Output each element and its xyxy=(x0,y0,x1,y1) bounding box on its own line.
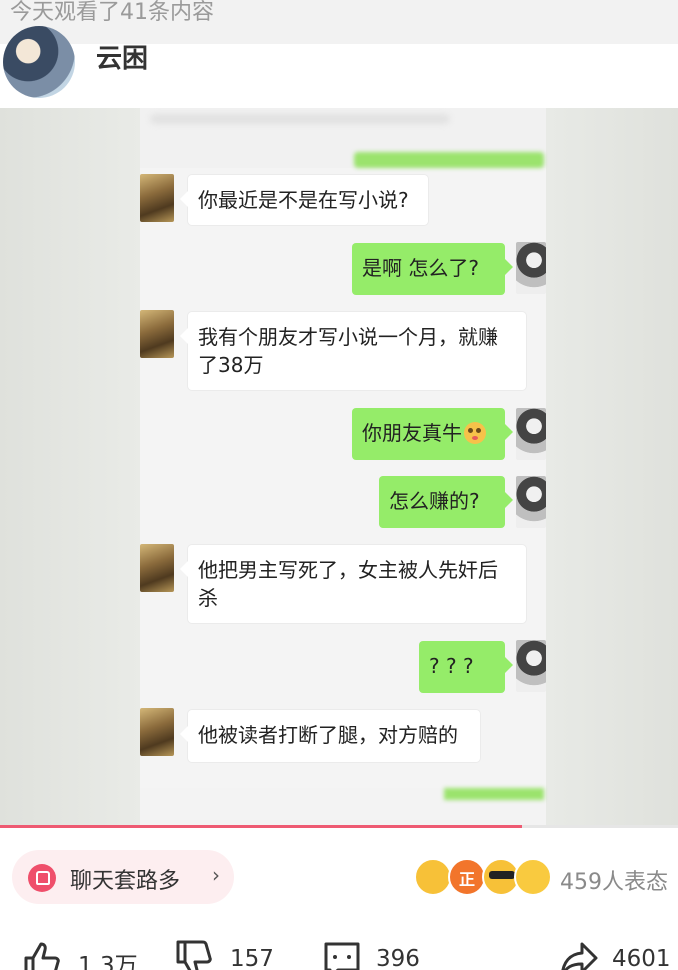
chat-blur-bottom xyxy=(140,788,546,828)
laughing-tears-icon xyxy=(414,858,452,896)
chat-bubble-outgoing: 你朋友真牛 xyxy=(352,408,513,460)
chat-message-text: 他被读者打断了腿，对方赔的 xyxy=(198,723,458,747)
chat-message-text: 你最近是不是在写小说? xyxy=(198,188,409,212)
share-arrow-icon xyxy=(561,942,598,970)
author-name[interactable]: 云困 xyxy=(96,38,148,75)
like-button[interactable]: 1.3万 xyxy=(22,940,152,970)
chat-bubble-outgoing: ? ? ? xyxy=(419,641,513,693)
share-button[interactable]: 4601 xyxy=(560,940,678,970)
topic-label: 聊天套路多 xyxy=(70,869,181,894)
chat-message-text: ? ? ? xyxy=(429,654,474,678)
reaction-count: 459人表态 xyxy=(560,870,668,895)
reaction-emojis[interactable]: 正 xyxy=(414,858,554,898)
video-blur-right xyxy=(546,108,678,828)
dislike-count: 157 xyxy=(230,946,274,970)
like-count: 1.3万 xyxy=(78,953,138,970)
chat-bubble-incoming: 你最近是不是在写小说? xyxy=(180,175,428,225)
chat-screenshot: 你最近是不是在写小说? 是啊 怎么了? 我有个朋友才写小说一个月，就赚 了38万… xyxy=(140,108,546,828)
friend-avatar xyxy=(140,174,174,222)
comment-count: 396 xyxy=(376,946,420,970)
chat-message-text: 杀 xyxy=(198,586,218,610)
video-player[interactable]: 你最近是不是在写小说? 是啊 怎么了? 我有个朋友才写小说一个月，就赚 了38万… xyxy=(0,108,678,828)
chat-bubble-incoming: 他把男主写死了，女主被人先奸后 杀 xyxy=(180,545,526,623)
video-progress-fill xyxy=(0,825,523,828)
chat-message-text: 他把男主写死了，女主被人先奸后 xyxy=(198,558,498,582)
chat-bubble-incoming: 我有个朋友才写小说一个月，就赚 了38万 xyxy=(180,312,526,390)
chat-message-text: 你朋友真牛 xyxy=(362,421,462,445)
my-avatar xyxy=(516,408,546,460)
comment-button[interactable]: 396 xyxy=(322,940,432,970)
my-avatar xyxy=(516,640,546,692)
video-progress-bar[interactable] xyxy=(0,825,678,828)
dislike-button[interactable]: 157 xyxy=(174,940,284,970)
thumbs-down-icon xyxy=(176,940,212,970)
chat-bubble-incoming: 他被读者打断了腿，对方赔的 xyxy=(180,710,480,762)
zheng-badge-icon: 正 xyxy=(448,858,486,896)
flushed-face-emoji-icon xyxy=(464,422,486,444)
chat-blur-top xyxy=(140,108,546,168)
chat-message-text: 我有个朋友才写小说一个月，就赚 xyxy=(198,325,498,349)
chevron-right-icon: › xyxy=(212,863,220,887)
my-avatar xyxy=(516,242,546,294)
history-text: 今天观看了41条内容 xyxy=(10,0,214,25)
grinning-face-icon xyxy=(514,858,552,896)
thumbs-up-icon xyxy=(24,942,60,970)
author-avatar[interactable] xyxy=(3,26,75,98)
video-blur-left xyxy=(0,108,140,828)
chat-bubble-outgoing: 怎么赚的? xyxy=(379,476,513,528)
my-avatar xyxy=(516,476,546,528)
friend-avatar xyxy=(140,310,174,358)
chat-bubble-outgoing: 是啊 怎么了? xyxy=(352,243,513,295)
chat-message-text: 是啊 怎么了? xyxy=(362,256,479,280)
topic-icon xyxy=(28,864,56,892)
topic-tag[interactable]: 聊天套路多 › xyxy=(12,850,234,904)
share-count: 4601 xyxy=(612,946,671,970)
friend-avatar xyxy=(140,708,174,756)
friend-avatar xyxy=(140,544,174,592)
chat-message-text: 怎么赚的? xyxy=(389,489,480,513)
chat-message-text: 了38万 xyxy=(198,353,264,377)
author-bar: 云困 xyxy=(0,26,678,108)
comment-icon xyxy=(324,942,360,970)
